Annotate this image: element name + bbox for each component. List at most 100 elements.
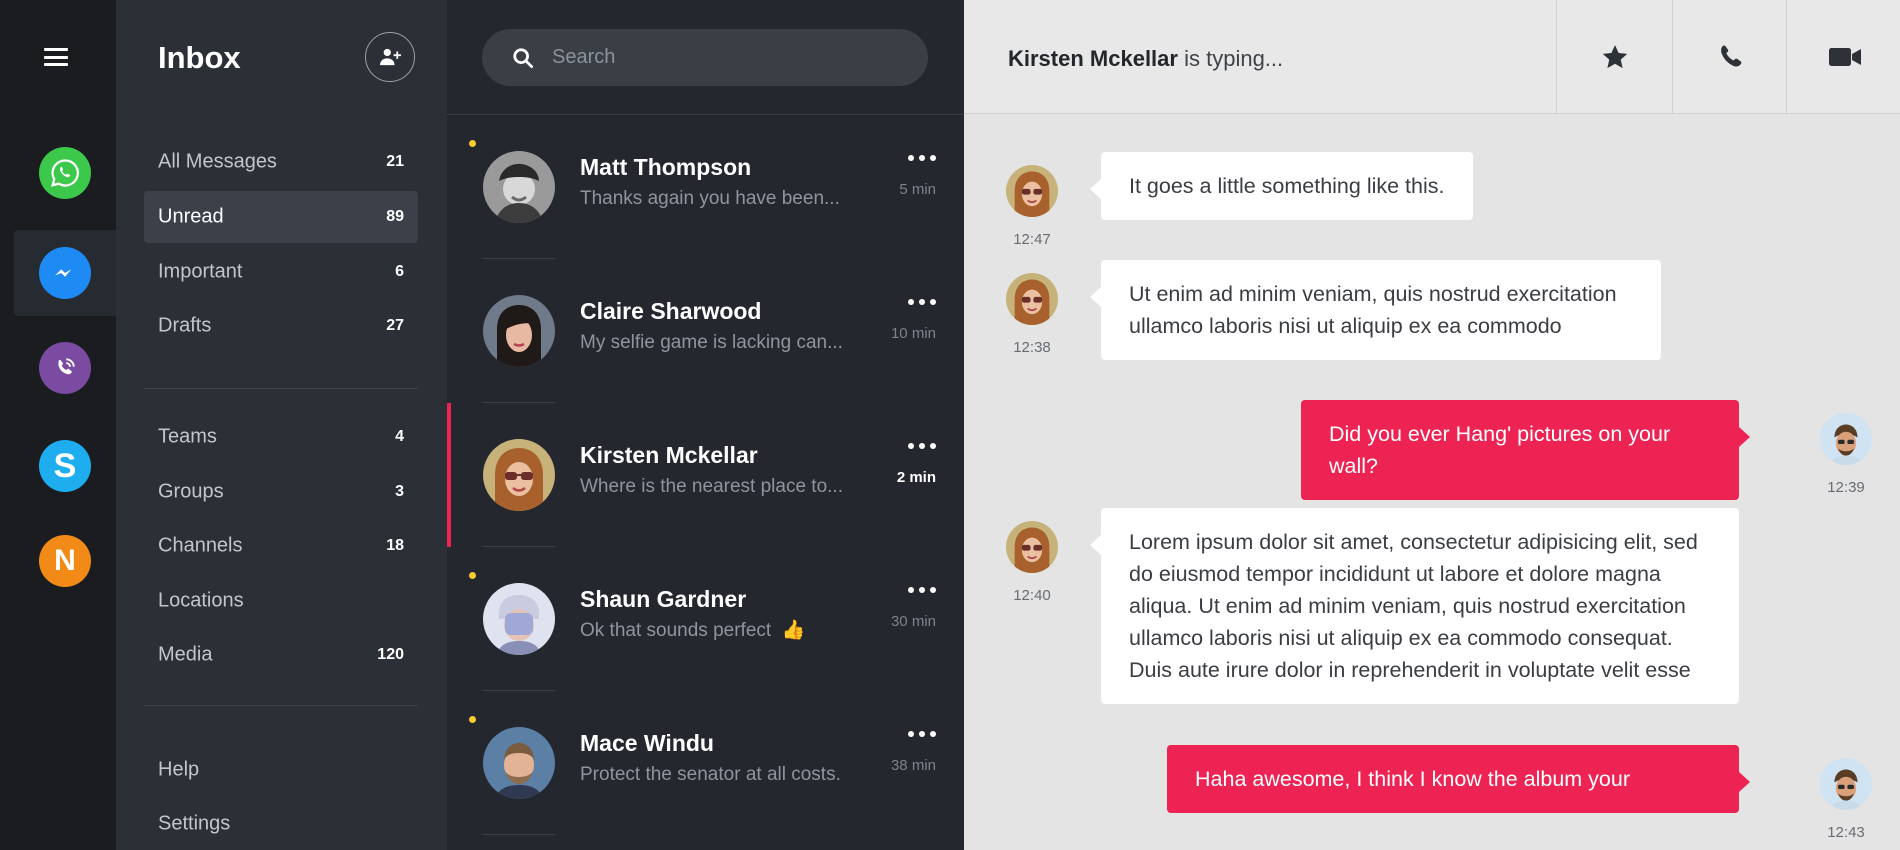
folder-count: 3 <box>395 483 404 500</box>
chat-panel: Kirsten Mckellar is typing... 12:47 It g… <box>964 0 1900 850</box>
inbox-title: Inbox <box>158 40 241 75</box>
message-preview: Where is the nearest place to... <box>580 476 843 497</box>
more-icon[interactable] <box>908 587 936 595</box>
contact-name: Matt Thompson <box>580 154 752 180</box>
divider <box>144 388 418 389</box>
avatar <box>1820 413 1872 465</box>
folder-label: Groups <box>158 480 224 503</box>
messenger-icon <box>39 247 91 299</box>
app-whatsapp[interactable] <box>14 130 116 216</box>
folder-count: 27 <box>386 317 404 334</box>
phone-icon <box>1720 45 1741 67</box>
message-bubble-incoming: Ut enim ad minim veniam, quis nostrud ex… <box>1090 260 1661 360</box>
avatar <box>1006 165 1058 217</box>
app-messenger[interactable] <box>14 230 116 316</box>
avatar <box>1006 521 1058 573</box>
folder-count: 120 <box>377 646 404 663</box>
folder-groups[interactable]: Groups 3 <box>144 466 418 518</box>
add-user-icon <box>380 48 401 66</box>
folder-label: Teams <box>158 425 217 448</box>
folder-label: Unread <box>158 205 224 228</box>
folder-media[interactable]: Media 120 <box>144 629 418 681</box>
conversation-item[interactable]: Claire Sharwood My selfie game is lackin… <box>447 259 964 403</box>
message-preview-text: Ok that sounds perfect <box>580 620 772 641</box>
chat-header: Kirsten Mckellar is typing... <box>964 0 1900 114</box>
more-icon[interactable] <box>908 155 936 163</box>
more-icon[interactable] <box>908 731 936 739</box>
app-skype[interactable]: S <box>14 423 116 509</box>
nav-help[interactable]: Help <box>144 744 418 796</box>
menu-icon[interactable] <box>44 48 68 66</box>
nav-label: Help <box>158 758 200 781</box>
search-input[interactable] <box>552 29 912 86</box>
unread-indicator <box>469 716 476 723</box>
app-n[interactable]: N <box>14 518 116 604</box>
skype-icon: S <box>39 440 91 492</box>
chat-contact-name: Kirsten Mckellar <box>1008 46 1178 71</box>
typing-indicator: is typing... <box>1184 46 1284 71</box>
folder-label: Important <box>158 260 243 283</box>
contact-name: Shaun Gardner <box>580 586 747 612</box>
call-button[interactable] <box>1672 0 1788 114</box>
search-icon <box>513 48 534 69</box>
message-timestamp: 12:47 <box>1013 231 1051 248</box>
conversation-item[interactable]: Matt Thompson Thanks again you have been… <box>447 115 964 259</box>
avatar <box>483 295 555 367</box>
app-rail: S N <box>0 0 116 850</box>
unread-indicator <box>469 572 476 579</box>
folder-count: 6 <box>395 263 404 280</box>
divider <box>483 834 555 835</box>
more-icon[interactable] <box>908 443 936 451</box>
message-timestamp: 12:43 <box>1827 824 1865 841</box>
message-time: 2 min <box>896 469 936 486</box>
inbox-panel: Inbox All Messages 21 Unread 89 Importan… <box>116 0 447 850</box>
message-time: 10 min <box>890 325 936 342</box>
star-icon <box>1602 45 1627 69</box>
message-timestamp: 12:38 <box>1013 339 1051 356</box>
avatar <box>483 439 555 511</box>
contact-name: Kirsten Mckellar <box>580 442 758 468</box>
avatar <box>1820 758 1872 810</box>
message-preview: My selfie game is lacking can... <box>580 332 843 353</box>
folder-count: 18 <box>386 537 404 554</box>
conversation-item-selected[interactable]: Kirsten Mckellar Where is the nearest pl… <box>447 403 964 547</box>
message-time: 30 min <box>890 613 936 630</box>
folder-count: 89 <box>386 208 404 225</box>
video-call-button[interactable] <box>1786 0 1900 114</box>
conversation-list: Matt Thompson Thanks again you have been… <box>447 0 964 850</box>
message-timestamp: 12:40 <box>1013 587 1051 604</box>
app-viber[interactable] <box>14 325 116 411</box>
nav-label: Settings <box>158 812 231 835</box>
message-preview: Protect the senator at all costs. <box>580 764 841 785</box>
message-time: 5 min <box>899 181 936 198</box>
folder-label: Media <box>158 643 213 666</box>
favorite-button[interactable] <box>1556 0 1672 114</box>
avatar <box>483 727 555 799</box>
avatar <box>1006 273 1058 325</box>
message-bubble-outgoing: Haha awesome, I think I know the album y… <box>1167 745 1750 813</box>
folder-label: Locations <box>158 589 244 612</box>
conversation-item[interactable]: Shaun Gardner Ok that sounds perfect 👍 3… <box>447 547 964 691</box>
contact-name: Mace Windu <box>580 730 714 756</box>
conversation-item[interactable]: Mace Windu Protect the senator at all co… <box>447 691 964 835</box>
divider <box>144 705 418 706</box>
folder-locations[interactable]: Locations <box>144 575 418 627</box>
folder-unread[interactable]: Unread 89 <box>144 191 418 243</box>
contact-name: Claire Sharwood <box>580 298 762 324</box>
avatar <box>483 151 555 223</box>
video-icon <box>1828 48 1861 66</box>
message-bubble-outgoing: Did you ever Hang' pictures on your wall… <box>1301 400 1750 500</box>
folder-drafts[interactable]: Drafts 27 <box>144 300 418 352</box>
more-icon[interactable] <box>908 299 936 307</box>
nav-settings[interactable]: Settings <box>144 798 418 850</box>
message-timestamp: 12:39 <box>1827 479 1865 496</box>
folder-label: All Messages <box>158 150 277 173</box>
typing-status: Kirsten Mckellar is typing... <box>1008 46 1283 72</box>
folder-teams[interactable]: Teams 4 <box>144 411 418 463</box>
folder-important[interactable]: Important 6 <box>144 246 418 298</box>
message-time: 38 min <box>890 757 936 774</box>
folder-channels[interactable]: Channels 18 <box>144 520 418 572</box>
folder-all-messages[interactable]: All Messages 21 <box>144 136 418 188</box>
message-preview: Thanks again you have been... <box>580 188 840 209</box>
add-contact-button[interactable] <box>365 32 415 82</box>
